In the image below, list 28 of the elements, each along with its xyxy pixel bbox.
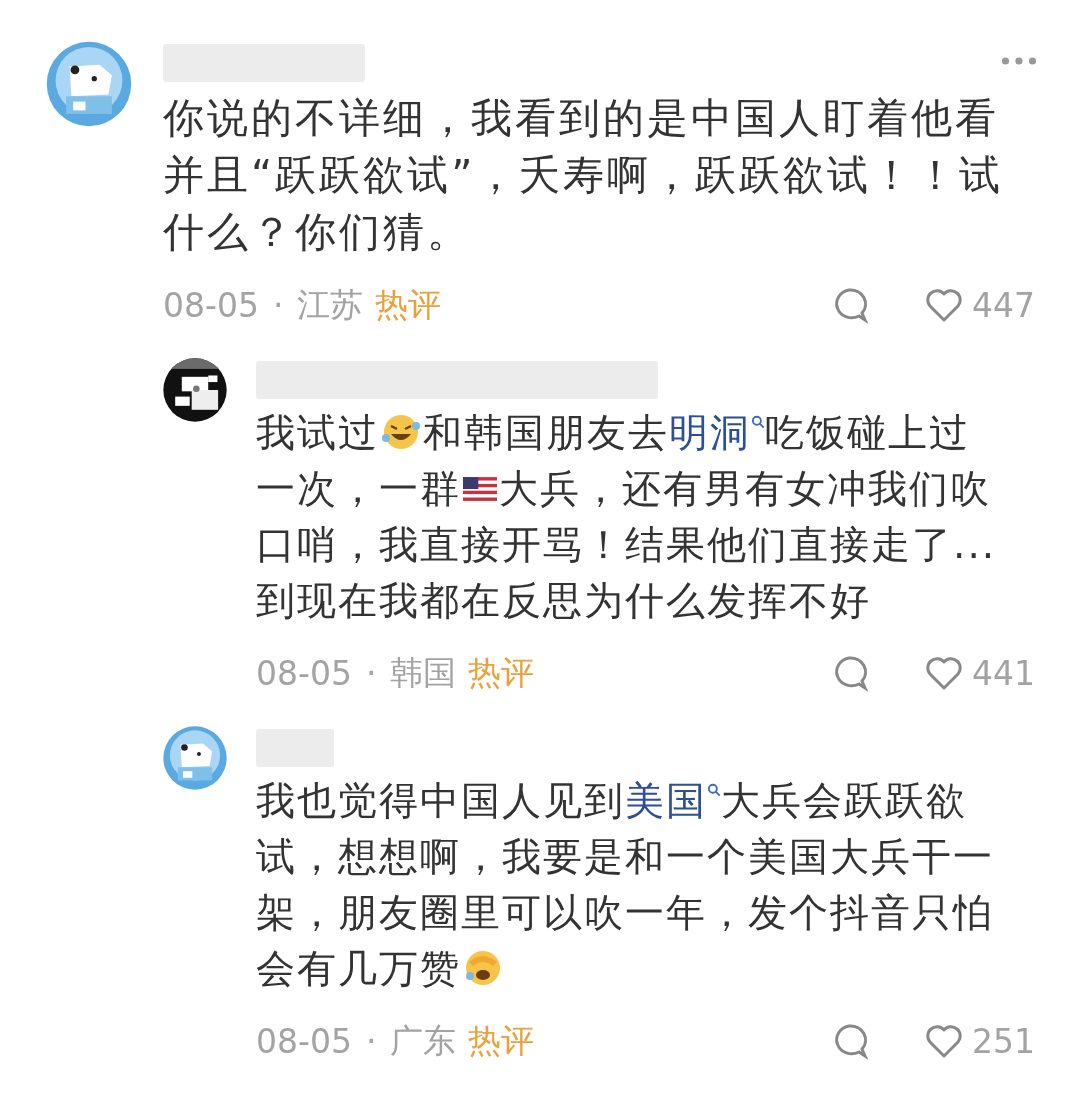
search-icon <box>707 783 721 799</box>
laughing-face-icon <box>463 948 503 988</box>
search-icon <box>751 415 765 431</box>
comment-location: 韩国 <box>390 651 457 694</box>
comment-text: 我试过 和韩国朋友去明洞 吃饭碰上过一次，一群 大兵，还有男有女冲我们吹口哨，我直接开骂！结果他们直接走了...到现在我都在反思为什么发挥不好 <box>256 409 998 625</box>
separator: · <box>272 285 284 325</box>
comment-date: 08-05 <box>163 285 259 325</box>
separator: · <box>365 653 377 693</box>
comment-text: 你说的不详细，我看到的是中国人盯着他看并且“跃跃欲试”，夭寿啊，跃跃欲试！！试什么？你们猜。 <box>163 93 1005 258</box>
comment-date: 08-05 <box>256 653 352 693</box>
comment-text: 我也觉得中国人见到美国 大兵会跃跃欲试，想想啊，我要是和一个美国大兵干一架，朋友圈里可以吹一年，发个抖音只怕会有几万赞 <box>256 777 995 993</box>
comment-location: 江苏 <box>297 283 364 326</box>
more-icon[interactable] <box>1001 56 1037 66</box>
like-count: 251 <box>972 1021 1035 1061</box>
separator: · <box>365 1021 377 1061</box>
topic-link[interactable]: 明洞 <box>669 410 765 455</box>
topic-link[interactable]: 美国 <box>625 778 721 823</box>
flag-icon <box>463 476 497 502</box>
bear-avatar-icon[interactable] <box>45 40 133 128</box>
hot-comment-label: 热评 <box>375 283 442 326</box>
comment-date: 08-05 <box>256 1021 352 1061</box>
hot-comment-label: 热评 <box>468 651 535 694</box>
laughing-tears-icon <box>381 412 421 452</box>
comment-location: 广东 <box>390 1019 457 1062</box>
hot-comment-label: 热评 <box>468 1019 535 1062</box>
like-count: 441 <box>972 653 1035 693</box>
bear-avatar-icon[interactable] <box>162 725 228 791</box>
like-count: 447 <box>972 285 1035 325</box>
